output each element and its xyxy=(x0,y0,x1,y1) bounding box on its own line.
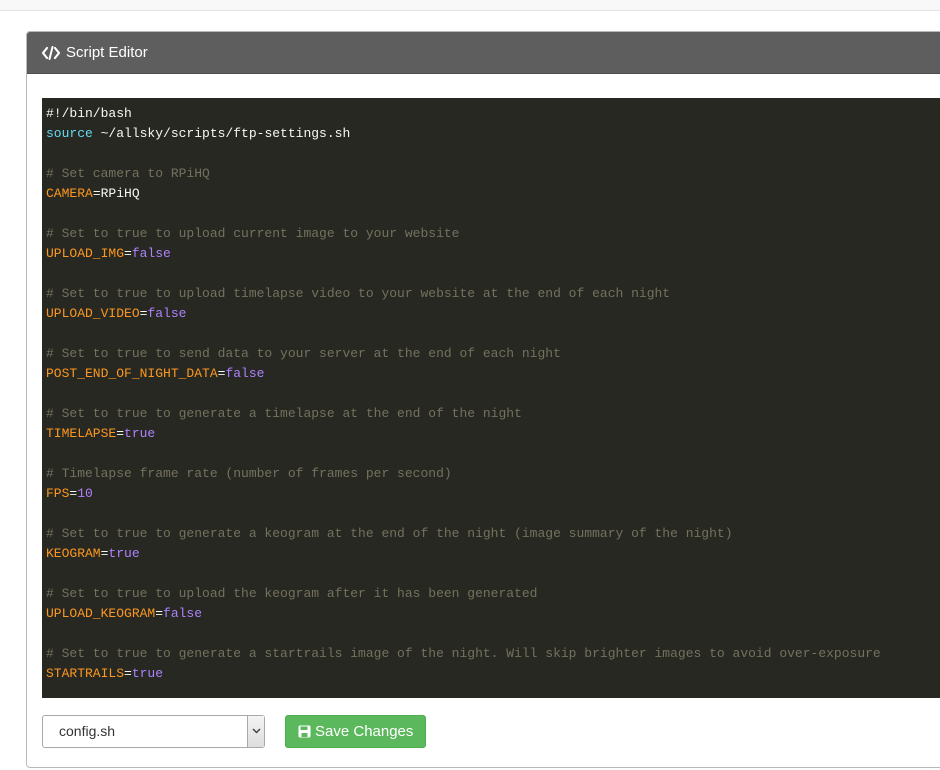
code-line: source ~/allsky/scripts/ftp-settings.sh xyxy=(46,124,940,144)
code-token-comment: # Set to true to upload the keogram afte… xyxy=(46,586,538,601)
code-icon xyxy=(42,45,60,60)
code-token-op: = xyxy=(124,666,132,681)
code-token-op: = xyxy=(116,426,125,441)
code-token-comment: # Set camera to RPiHQ xyxy=(46,166,210,181)
code-token-comment: # Timelapse frame rate (number of frames… xyxy=(46,466,452,481)
code-line: UPLOAD_IMG=false xyxy=(46,244,940,264)
code-line: # Set to true to generate a timelapse at… xyxy=(46,404,940,424)
code-token-val-bool: true xyxy=(131,666,164,681)
code-token-val-num: 10 xyxy=(77,486,93,501)
code-token-var: FPS xyxy=(46,486,70,501)
editor-footer: config.sh Save Changes xyxy=(42,713,427,749)
code-token-comment: # Set to true to upload timelapse video … xyxy=(46,286,671,301)
code-editor[interactable]: #!/bin/bash source ~/allsky/scripts/ftp-s… xyxy=(42,98,940,698)
code-line: TIMELAPSE=true xyxy=(46,424,940,444)
code-token-comment: # Set to true to upload current image to… xyxy=(46,226,460,241)
code-token-comment: # Set to true to generate a keogram at t… xyxy=(46,526,733,541)
code-token-val-bool: false xyxy=(131,246,171,261)
code-line: STARTRAILS=true xyxy=(46,664,940,684)
code-token-comment: # Set to true to generate a startrails i… xyxy=(46,646,881,661)
code-token-var: CAMERA xyxy=(46,186,93,201)
code-token-var: UPLOAD_KEOGRAM xyxy=(46,606,156,621)
code-token-op: = xyxy=(92,186,101,201)
code-line: # Set to true to generate a startrails i… xyxy=(46,644,940,664)
code-token-comment: # Set to true to generate a timelapse at… xyxy=(46,406,522,421)
save-changes-button[interactable]: Save Changes xyxy=(285,714,427,748)
code-token-val-bool: true xyxy=(124,426,156,441)
code-line: # Set to true to upload timelapse video … xyxy=(46,284,940,304)
script-editor-panel: Script Editor #!/bin/bash source ~/allsky… xyxy=(26,31,940,768)
code-token-var: UPLOAD_VIDEO xyxy=(46,306,140,321)
file-select[interactable]: config.sh xyxy=(42,714,265,748)
top-navbar xyxy=(0,0,940,11)
file-select-value: config.sh xyxy=(59,723,116,739)
panel-heading: Script Editor xyxy=(27,32,940,74)
code-token-plain: #!/bin/bash xyxy=(46,106,132,121)
code-line: FPS=10 xyxy=(46,484,940,504)
code-line: UPLOAD_KEOGRAM=false xyxy=(46,604,940,624)
code-line: # Timelapse frame rate (number of frames… xyxy=(46,464,940,484)
code-token-val-bool: false xyxy=(147,306,187,321)
code-token-var: STARTRAILS xyxy=(46,666,125,681)
code-token-op: = xyxy=(155,606,164,621)
panel-title: Script Editor xyxy=(66,44,148,61)
code-line: # Set camera to RPiHQ xyxy=(46,164,940,184)
code-token-plain: RPiHQ xyxy=(100,186,140,201)
code-token-var: POST_END_OF_NIGHT_DATA xyxy=(46,366,218,381)
code-token-comment: # Set to true to send data to your serve… xyxy=(46,346,561,361)
code-line: POST_END_OF_NIGHT_DATA=false xyxy=(46,364,940,384)
code-line: # Set to true to send data to your serve… xyxy=(46,344,940,364)
code-line: UPLOAD_VIDEO=false xyxy=(46,304,940,324)
code-token-var: UPLOAD_IMG xyxy=(46,246,125,261)
code-line: # Set to true to upload current image to… xyxy=(46,224,940,244)
code-token-val-bool: false xyxy=(225,366,265,381)
code-token-op: = xyxy=(124,246,132,261)
code-token-var: KEOGRAM xyxy=(46,546,101,561)
code-token-plain: ~/allsky/scripts/ftp-settings.sh xyxy=(92,126,351,141)
code-line: CAMERA=RPiHQ xyxy=(46,184,940,204)
code-line: # Set to true to upload the keogram afte… xyxy=(46,584,940,604)
code-line: # Set to true to generate a keogram at t… xyxy=(46,524,940,544)
code-line: KEOGRAM=true xyxy=(46,544,940,564)
code-token-cmd: source xyxy=(46,126,93,141)
code-line: #!/bin/bash xyxy=(46,104,940,124)
floppy-disk-icon xyxy=(298,725,311,737)
code-token-val-bool: false xyxy=(163,606,203,621)
save-changes-label: Save Changes xyxy=(315,722,414,740)
code-token-var: TIMELAPSE xyxy=(46,426,117,441)
chevron-down-icon[interactable] xyxy=(247,715,264,747)
code-token-val-bool: true xyxy=(108,546,140,561)
